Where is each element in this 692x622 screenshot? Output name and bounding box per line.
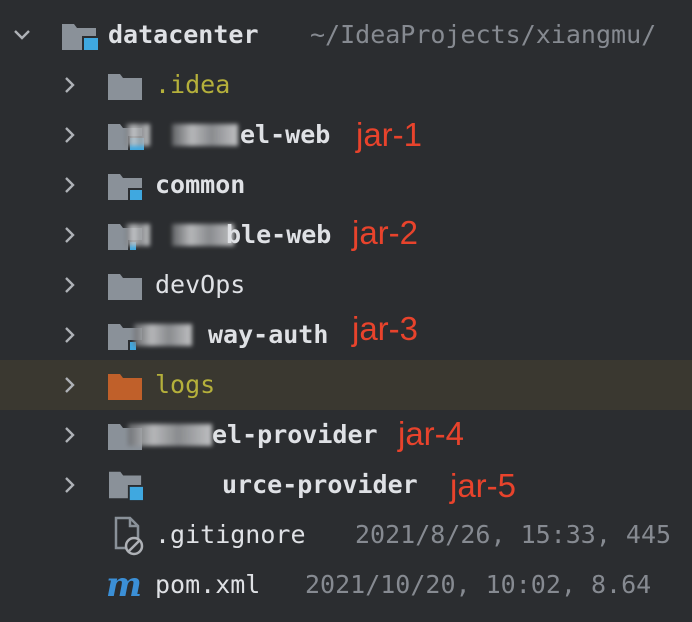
chevron-right-icon[interactable] bbox=[60, 125, 80, 145]
annotation-label: jar-1 bbox=[356, 116, 423, 153]
maven-icon: m bbox=[106, 565, 142, 605]
annotation-label: jar-4 bbox=[398, 415, 465, 452]
tree-row-module[interactable]: way-auth jar-3 bbox=[0, 310, 692, 360]
tree-label: devOps bbox=[155, 270, 246, 299]
redacted-text bbox=[172, 224, 234, 246]
tree-row-module[interactable]: ble-web jar-2 bbox=[0, 210, 692, 260]
chevron-right-icon[interactable] bbox=[60, 475, 80, 495]
annotation-label: jar-5 bbox=[450, 467, 517, 504]
chevron-right-icon[interactable] bbox=[60, 325, 80, 345]
chevron-right-icon[interactable] bbox=[60, 225, 80, 245]
module-folder-icon bbox=[62, 24, 98, 50]
redacted-icon-area bbox=[126, 224, 150, 246]
tree-row-logs[interactable]: logs bbox=[0, 360, 692, 410]
tree-row-devops[interactable]: devOps bbox=[0, 260, 692, 310]
tree-label: urce-provider bbox=[222, 470, 418, 499]
annotation-label: jar-3 bbox=[352, 310, 419, 347]
chevron-right-icon[interactable] bbox=[60, 75, 80, 95]
chevron-down-icon[interactable] bbox=[12, 25, 32, 45]
file-meta: 2021/10/20, 10:02, 8.64 bbox=[305, 570, 652, 599]
chevron-right-icon[interactable] bbox=[60, 425, 80, 445]
tree-row-root[interactable]: datacenter ~/IdeaProjects/xiangmu/ bbox=[0, 10, 692, 60]
tree-label: common bbox=[155, 170, 246, 199]
folder-icon bbox=[108, 274, 142, 300]
chevron-right-icon[interactable] bbox=[60, 275, 80, 295]
tree-label: ble-web bbox=[226, 220, 332, 249]
tree-label: el-web bbox=[240, 120, 331, 149]
tree-label: el-provider bbox=[212, 420, 378, 449]
annotation-label: jar-2 bbox=[352, 214, 419, 251]
file-meta: 2021/8/26, 15:33, 445 bbox=[355, 520, 672, 549]
tree-label: way-auth bbox=[208, 320, 329, 349]
redacted-text bbox=[134, 324, 192, 346]
redacted-text bbox=[172, 124, 238, 146]
module-folder-icon bbox=[109, 471, 143, 501]
tree-row-module[interactable]: el-provider jar-4 bbox=[0, 410, 692, 460]
tree-row-idea[interactable]: .idea bbox=[0, 60, 692, 110]
project-name: datacenter bbox=[108, 20, 259, 49]
tree-row-gitignore[interactable]: .gitignore 2021/8/26, 15:33, 445 bbox=[0, 510, 692, 560]
folder-icon bbox=[108, 374, 142, 400]
tree-row-module[interactable]: urce-provider jar-5 bbox=[0, 460, 692, 510]
ignored-file-icon bbox=[114, 516, 144, 556]
redacted-icon-area bbox=[126, 124, 150, 146]
tree-label: logs bbox=[155, 370, 216, 399]
redacted-text bbox=[128, 424, 212, 446]
chevron-right-icon[interactable] bbox=[60, 175, 80, 195]
module-folder-icon bbox=[108, 174, 144, 200]
chevron-right-icon[interactable] bbox=[60, 375, 80, 395]
project-path: ~/IdeaProjects/xiangmu/ bbox=[310, 20, 657, 49]
folder-icon bbox=[108, 74, 142, 100]
tree-label: pom.xml bbox=[155, 570, 261, 599]
tree-label: .gitignore bbox=[155, 520, 306, 549]
tree-row-pom[interactable]: m pom.xml 2021/10/20, 10:02, 8.64 bbox=[0, 560, 692, 610]
tree-label: .idea bbox=[155, 70, 231, 99]
tree-row-common[interactable]: common bbox=[0, 160, 692, 210]
tree-row-module[interactable]: el-web jar-1 bbox=[0, 110, 692, 160]
